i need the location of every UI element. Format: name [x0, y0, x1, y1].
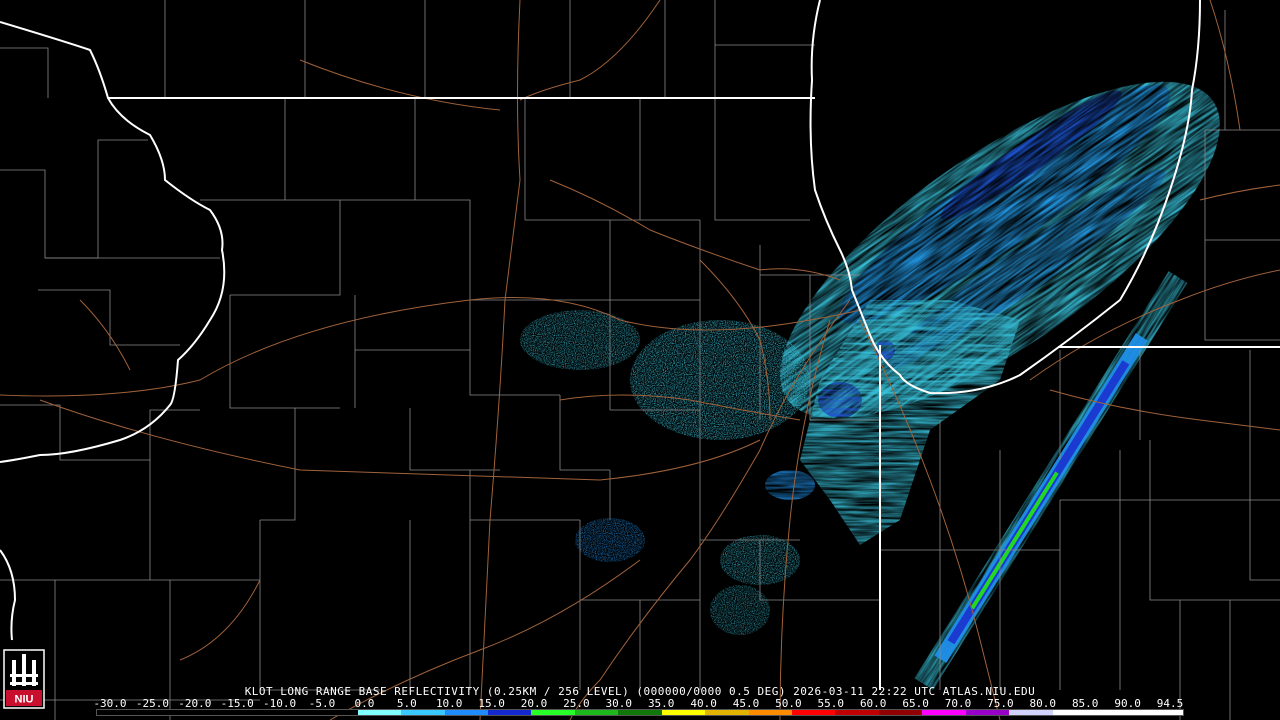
colorbar-segment: [792, 710, 836, 715]
echo-scatter-5: [575, 518, 645, 562]
colorbar-segment: [965, 710, 1010, 715]
colorbar-segment: [1009, 710, 1053, 715]
echo-scatter-2: [520, 310, 640, 370]
colorbar-segment: [401, 710, 445, 715]
colorbar-segment: [487, 710, 532, 715]
niu-logo: NIU: [3, 649, 45, 709]
colorbar-segment: [748, 710, 792, 715]
colorbar-segment: [227, 710, 271, 715]
colorbar-segment: [1096, 710, 1140, 715]
colorbar-segment: [1052, 710, 1097, 715]
colorbar-segment: [140, 710, 184, 715]
colorbar-segment: [922, 710, 966, 715]
colorbar: [96, 709, 1184, 716]
colorbar-segment: [97, 710, 141, 715]
colorbar-segment: [574, 710, 619, 715]
colorbar-segment: [183, 710, 228, 715]
colorbar-segment: [1139, 710, 1183, 715]
colorbar-segment: [835, 710, 879, 715]
colorbar-segment: [618, 710, 662, 715]
colorbar-labels: -30.0 -25.0 -20.0 -15.0 -10.0 -5.0 0.0 5.0 10.0 1…: [0, 697, 1280, 710]
echo-line-green: [970, 471, 1059, 610]
echo-scatter-1: [630, 320, 810, 440]
colorbar-segment: [270, 710, 315, 715]
colorbar-segment: [878, 710, 923, 715]
echo-cell-2: [765, 470, 815, 500]
echo-scatter-4: [710, 585, 770, 635]
colorbar-segment: [705, 710, 749, 715]
colorbar-segment: [531, 710, 575, 715]
colorbar-segment: [661, 710, 706, 715]
colorbar-segment: [314, 710, 358, 715]
colorbar-segment: [357, 710, 402, 715]
radar-echoes: [520, 81, 1220, 690]
echo-cell-1: [818, 382, 862, 418]
colorbar-segment: [444, 710, 488, 715]
logo-text: NIU: [15, 694, 34, 706]
radar-map: [0, 0, 1280, 720]
